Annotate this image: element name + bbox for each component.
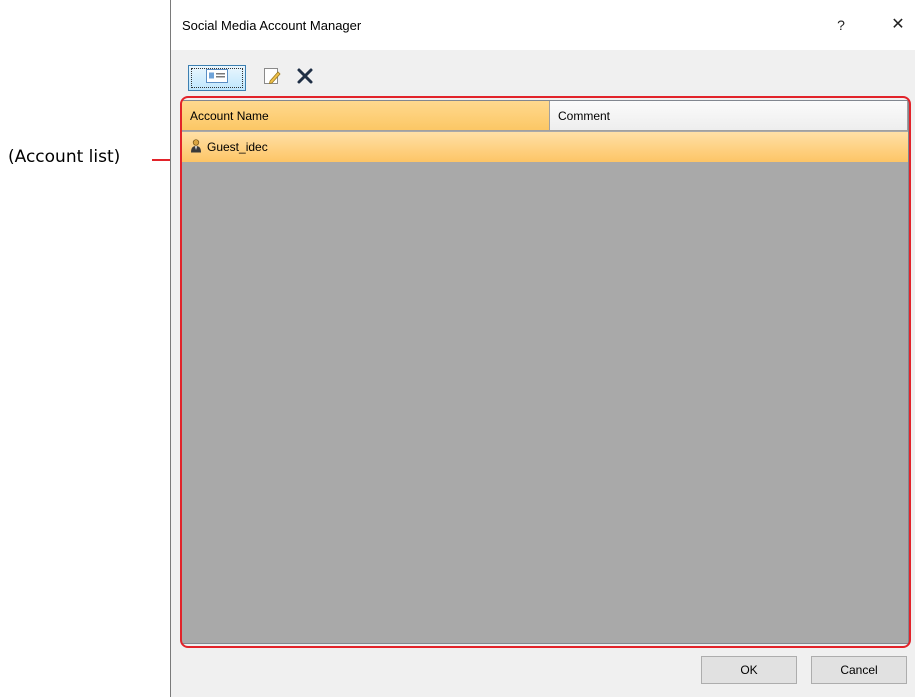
edit-account-button[interactable] <box>258 65 286 91</box>
close-button[interactable]: ✕ <box>885 12 911 38</box>
help-button[interactable]: ? <box>828 12 854 38</box>
callout-label: (Account list) <box>8 147 121 167</box>
dialog-title: Social Media Account Manager <box>182 18 362 33</box>
edit-account-icon <box>262 66 282 91</box>
delete-account-icon <box>296 67 314 90</box>
delete-account-button[interactable] <box>291 65 319 91</box>
account-list-highlight <box>180 96 911 648</box>
account-manager-dialog: Social Media Account Manager ? ✕ Account… <box>170 0 915 697</box>
new-account-button[interactable] <box>188 65 246 91</box>
title-bar: Social Media Account Manager ? ✕ <box>171 0 915 50</box>
ok-button[interactable]: OK <box>701 656 797 684</box>
new-account-icon <box>206 68 228 88</box>
toolbar <box>188 65 338 93</box>
cancel-button[interactable]: Cancel <box>811 656 907 684</box>
